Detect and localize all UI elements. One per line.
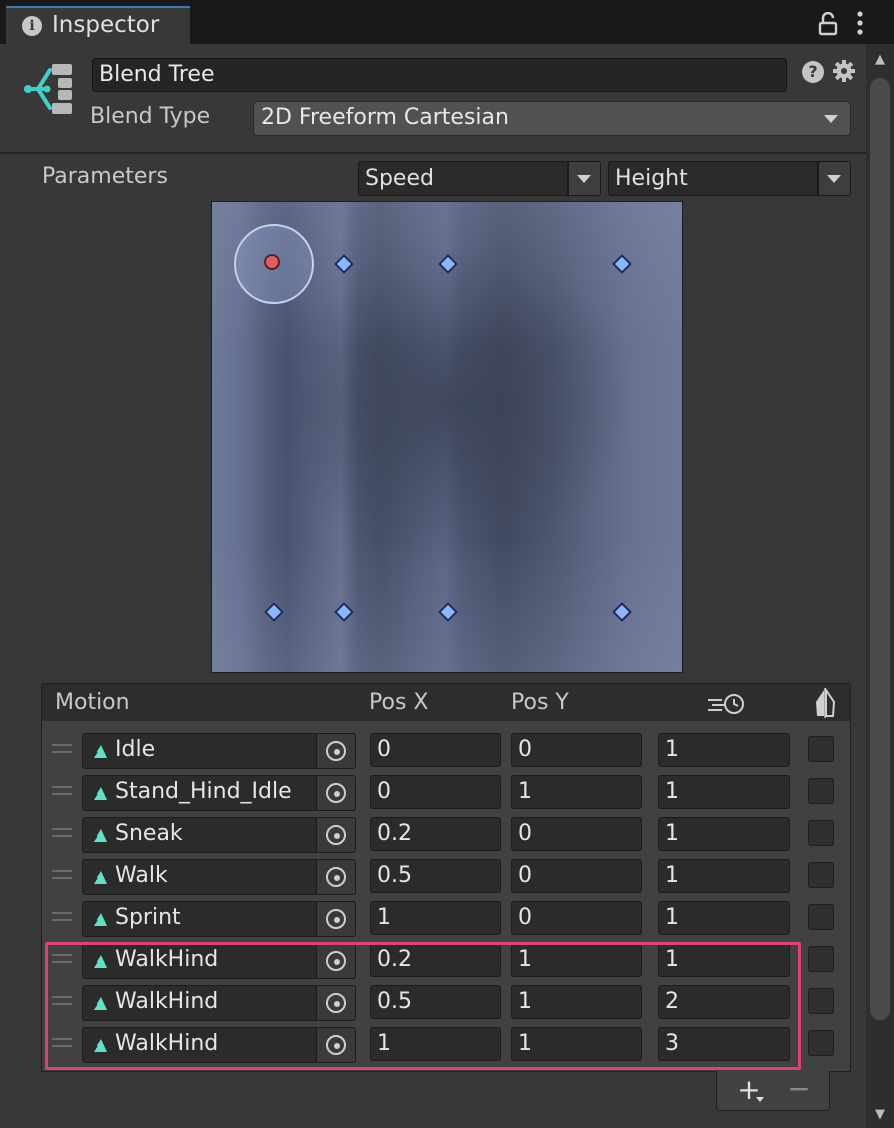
parameter-x-dropdown-button[interactable] <box>568 161 601 196</box>
time-scale-icon <box>708 694 744 714</box>
animation-clip-icon <box>92 871 107 885</box>
motion-name: Walk <box>115 863 168 888</box>
mirror-checkbox[interactable] <box>808 946 834 972</box>
object-picker-button[interactable] <box>316 901 356 937</box>
time-scale-field[interactable]: 1 <box>658 817 790 851</box>
drag-handle-icon[interactable] <box>52 786 72 795</box>
motion-name: Sneak <box>115 821 183 846</box>
gear-icon[interactable] <box>832 59 856 83</box>
parameter-x-field[interactable]: Speed <box>358 161 568 196</box>
drag-handle-icon[interactable] <box>52 744 72 753</box>
time-scale-field[interactable]: 1 <box>658 901 790 935</box>
object-picker-icon <box>326 783 346 803</box>
mirror-checkbox[interactable] <box>808 988 834 1014</box>
object-picker-icon <box>326 867 346 887</box>
pos-x-column-header: Pos X <box>369 690 429 715</box>
scroll-up-icon[interactable]: ▲ <box>866 50 894 70</box>
chevron-down-icon <box>756 1097 764 1102</box>
animation-clip-icon <box>92 745 107 759</box>
info-icon: i <box>22 16 42 36</box>
pos-x-field[interactable]: 0 <box>370 733 501 767</box>
tab-inspector[interactable]: i Inspector <box>6 6 190 44</box>
motion-name: Sprint <box>115 905 181 930</box>
drag-handle-icon[interactable] <box>52 870 72 879</box>
blend-type-dropdown[interactable]: 2D Freeform Cartesian <box>253 101 851 136</box>
chevron-down-icon <box>827 175 841 183</box>
mirror-checkbox[interactable] <box>808 736 834 762</box>
mirror-checkbox[interactable] <box>808 778 834 804</box>
pos-x-field[interactable]: 0.5 <box>370 859 501 893</box>
drag-handle-icon[interactable] <box>52 828 72 837</box>
tab-label: Inspector <box>52 12 160 38</box>
parameter-y-field[interactable]: Height <box>608 161 818 196</box>
motion-row[interactable]: Idle 0 0 1 <box>41 731 851 773</box>
pos-x-field[interactable]: 0 <box>370 775 501 809</box>
parameter-y-dropdown-button[interactable] <box>818 161 851 196</box>
object-picker-icon <box>326 741 346 761</box>
mirror-checkbox[interactable] <box>808 1030 834 1056</box>
object-picker-button[interactable] <box>316 733 356 769</box>
lock-icon[interactable] <box>817 12 839 36</box>
blend-tree-icon <box>24 64 72 114</box>
object-picker-button[interactable] <box>316 859 356 895</box>
motion-row[interactable]: Sneak 0.2 0 1 <box>41 815 851 857</box>
chevron-down-icon <box>824 115 838 123</box>
scroll-thumb[interactable] <box>870 78 890 1020</box>
mirror-checkbox[interactable] <box>808 904 834 930</box>
pos-x-field[interactable]: 0.2 <box>370 817 501 851</box>
animation-clip-icon <box>92 787 107 801</box>
help-icon[interactable]: ? <box>802 61 824 83</box>
pos-y-field[interactable]: 1 <box>511 775 642 809</box>
current-position-point[interactable] <box>264 254 280 270</box>
remove-motion-button[interactable]: − <box>784 1075 814 1106</box>
motion-field[interactable]: Walk <box>82 859 318 895</box>
kebab-menu-icon[interactable] <box>852 10 868 36</box>
pos-y-column-header: Pos Y <box>511 690 569 715</box>
pos-y-field[interactable]: 0 <box>511 901 642 935</box>
animation-clip-icon <box>92 829 107 843</box>
motion-name: Stand_Hind_Idle <box>115 779 292 804</box>
object-picker-button[interactable] <box>316 775 356 811</box>
motion-name: Idle <box>115 737 156 762</box>
motion-list-header: Motion Pos X Pos Y <box>41 683 851 722</box>
pos-y-field[interactable]: 0 <box>511 859 642 893</box>
chevron-down-icon <box>577 175 591 183</box>
motion-row[interactable]: Stand_Hind_Idle 0 1 1 <box>41 773 851 815</box>
scroll-down-icon[interactable]: ▼ <box>866 1104 894 1126</box>
motion-field[interactable]: Sneak <box>82 817 318 853</box>
object-picker-button[interactable] <box>316 817 356 853</box>
blend-type-value: 2D Freeform Cartesian <box>261 105 509 130</box>
highlight-annotation <box>45 942 801 1070</box>
parameters-label: Parameters <box>42 164 168 189</box>
motion-row[interactable]: Walk 0.5 0 1 <box>41 857 851 899</box>
animation-clip-icon <box>92 913 107 927</box>
time-scale-field[interactable]: 1 <box>658 859 790 893</box>
mirror-checkbox[interactable] <box>808 862 834 888</box>
section-divider <box>0 152 866 154</box>
object-picker-icon <box>326 909 346 929</box>
motion-field[interactable]: Stand_Hind_Idle <box>82 775 318 811</box>
drag-handle-icon[interactable] <box>52 912 72 921</box>
blend-type-label: Blend Type <box>90 104 211 129</box>
time-scale-field[interactable]: 1 <box>658 775 790 809</box>
mirror-icon <box>816 688 836 718</box>
motion-column-header: Motion <box>55 690 130 715</box>
blend-graph[interactable] <box>211 201 683 673</box>
motion-row[interactable]: Sprint 1 0 1 <box>41 899 851 941</box>
motion-field[interactable]: Sprint <box>82 901 318 937</box>
pos-y-field[interactable]: 0 <box>511 733 642 767</box>
motion-field[interactable]: Idle <box>82 733 318 769</box>
pos-x-field[interactable]: 1 <box>370 901 501 935</box>
object-picker-icon <box>326 825 346 845</box>
blend-tree-name-field[interactable]: Blend Tree <box>92 58 787 92</box>
time-scale-field[interactable]: 1 <box>658 733 790 767</box>
pos-y-field[interactable]: 0 <box>511 817 642 851</box>
mirror-checkbox[interactable] <box>808 820 834 846</box>
